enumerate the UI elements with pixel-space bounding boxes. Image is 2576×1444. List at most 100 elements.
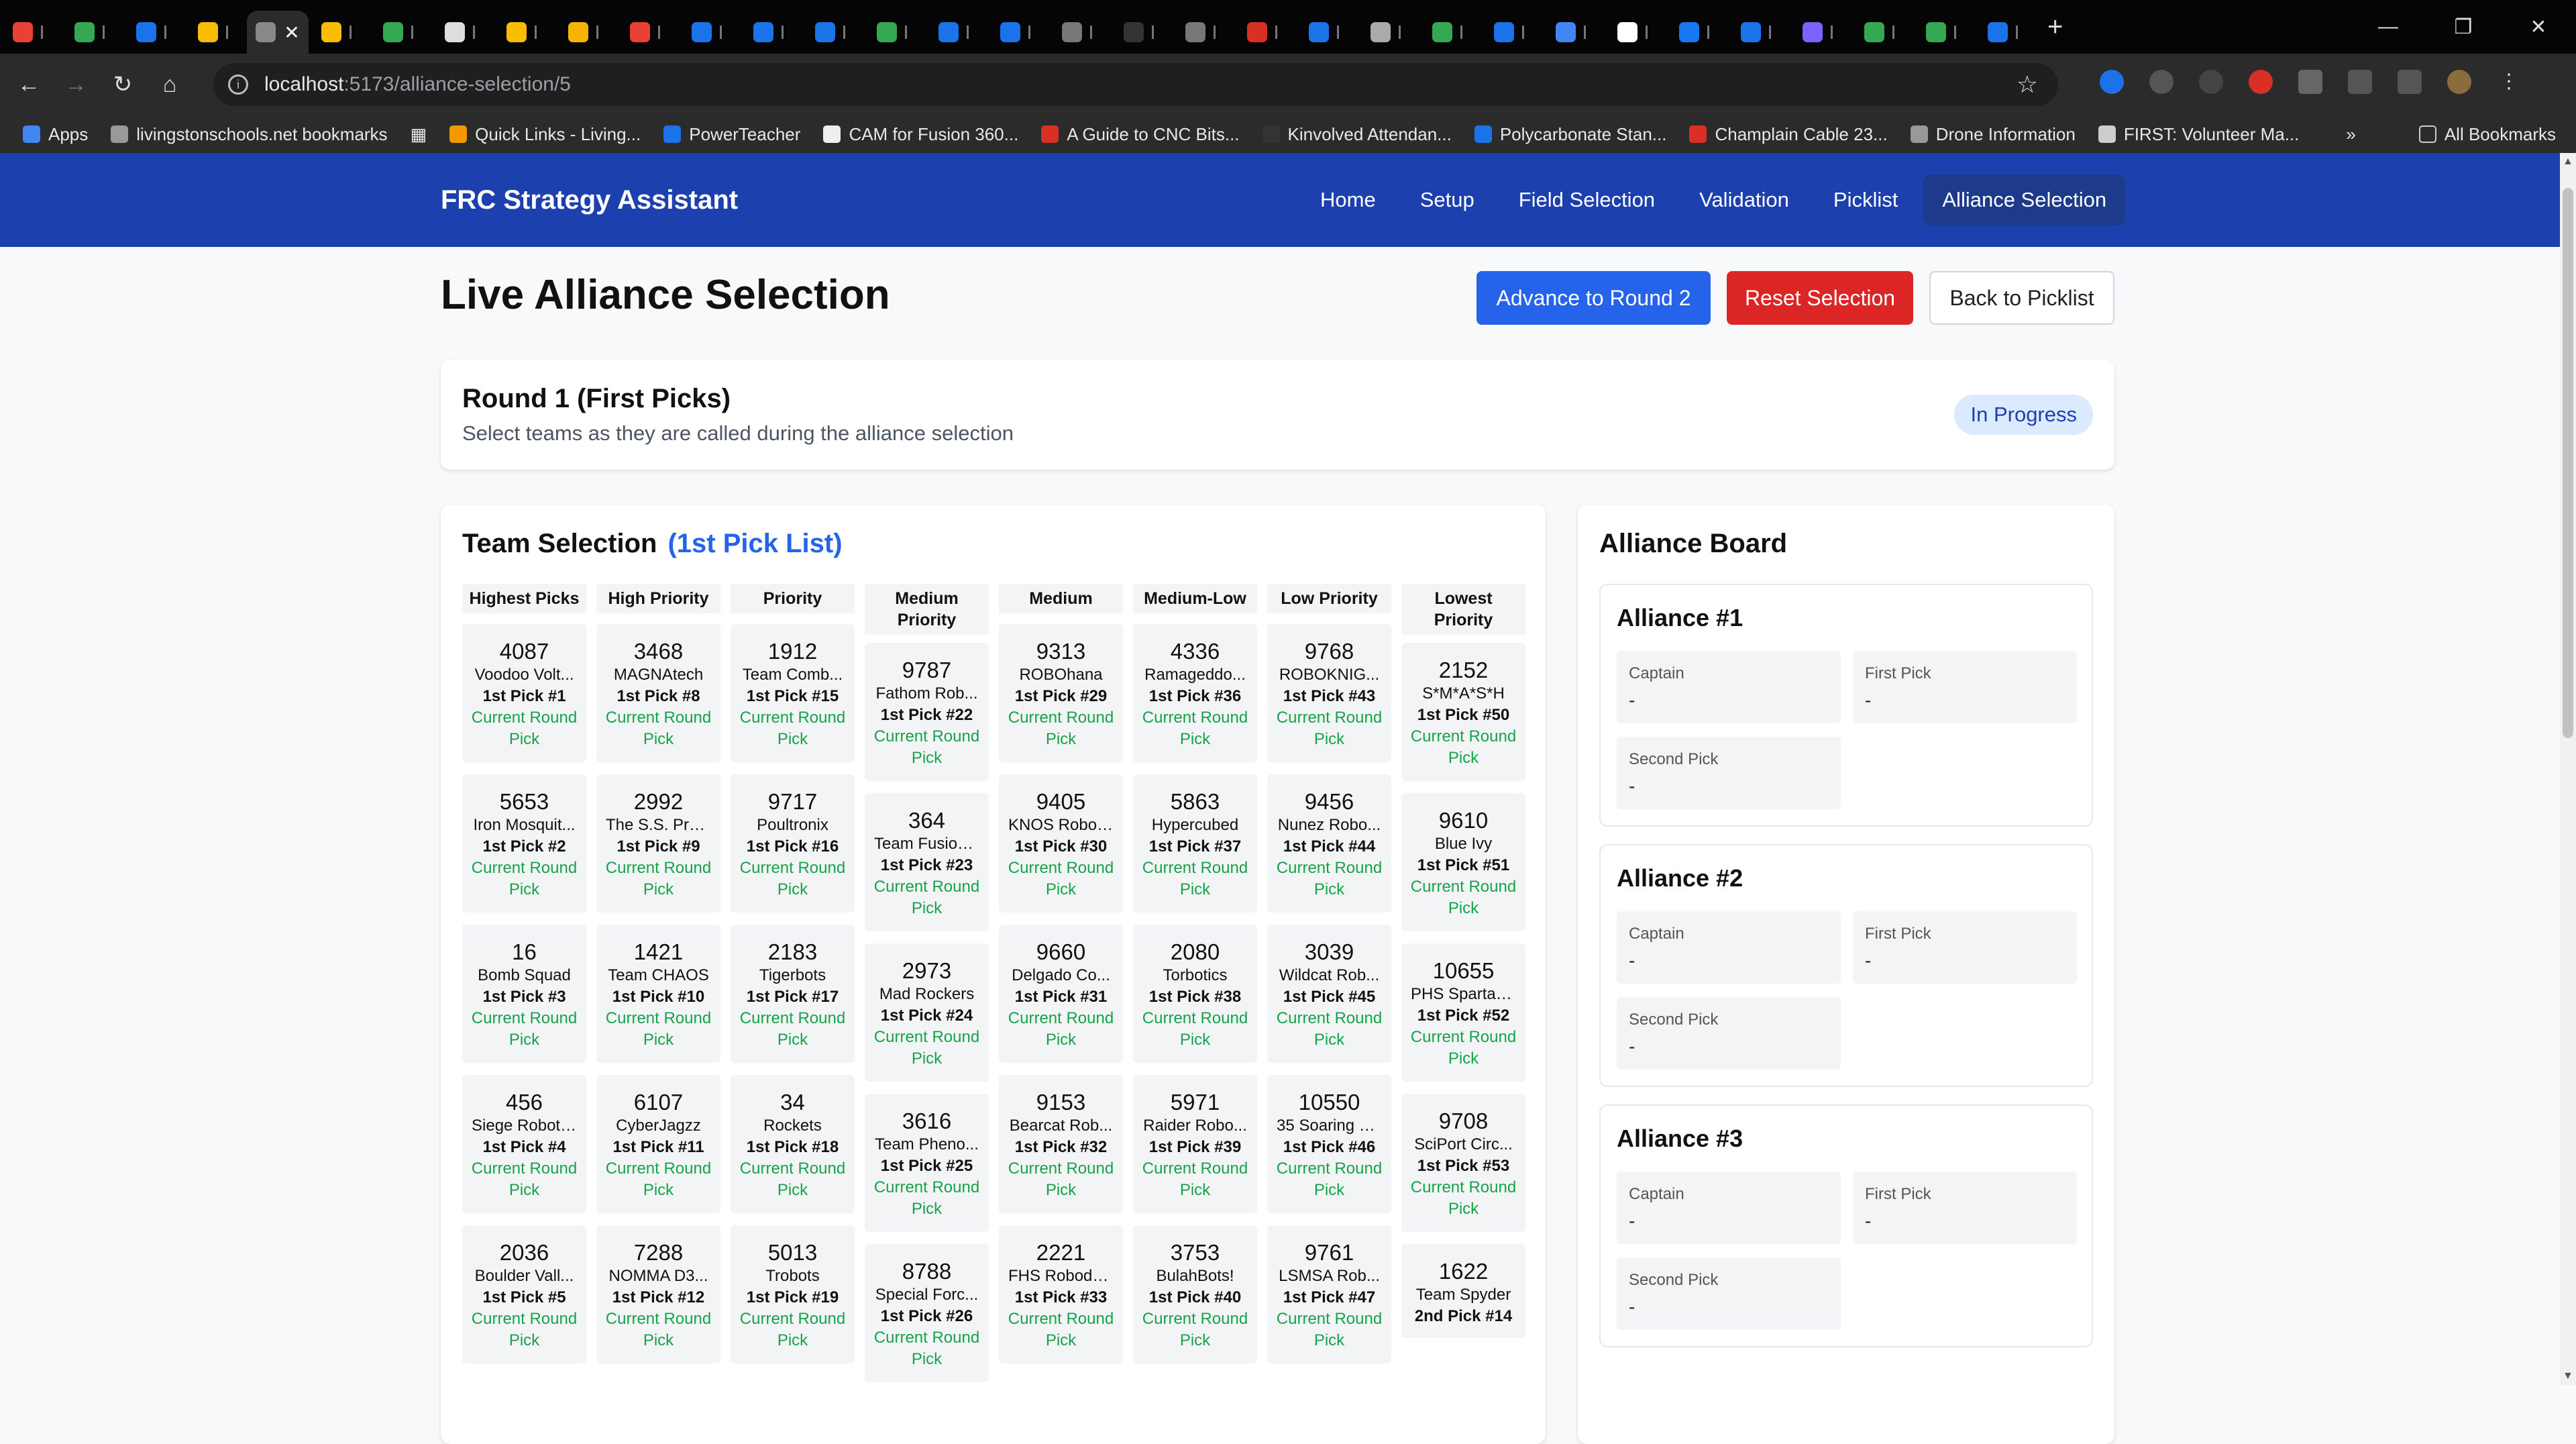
- second-pick-slot[interactable]: Second Pick -: [1617, 997, 1841, 1070]
- team-tile[interactable]: 3753 BulahBots! 1st Pick #40 Current Round …: [1133, 1225, 1257, 1363]
- second-pick-slot[interactable]: Second Pick -: [1617, 1257, 1841, 1330]
- all-bookmarks-folder[interactable]: All Bookmarks: [2418, 124, 2556, 145]
- browser-tab[interactable]: [1975, 11, 2037, 54]
- team-tile[interactable]: 2152 S*M*A*S*H 1st Pick #50 Current Round P…: [1401, 643, 1525, 781]
- browser-tab[interactable]: [0, 11, 62, 54]
- browser-tab[interactable]: [741, 11, 802, 54]
- browser-tab[interactable]: [864, 11, 926, 54]
- scrollbar-thumb[interactable]: [2563, 188, 2573, 738]
- team-tile[interactable]: 4336 Ramageddo... 1st Pick #36 Current Roun…: [1133, 624, 1257, 762]
- team-tile[interactable]: 7288 NOMMA D3... 1st Pick #12 Current Round…: [596, 1225, 720, 1363]
- close-tab-icon[interactable]: ✕: [284, 21, 299, 44]
- bookmark-item[interactable]: CAM for Fusion 360...: [823, 124, 1018, 145]
- browser-tab[interactable]: [1049, 11, 1111, 54]
- app-brand[interactable]: FRC Strategy Assistant: [441, 153, 738, 247]
- team-tile[interactable]: 3039 Wildcat Rob... 1st Pick #45 Current Ro…: [1267, 925, 1391, 1063]
- home-icon[interactable]: ⌂: [146, 72, 193, 98]
- advance-round-button[interactable]: Advance to Round 2: [1477, 271, 1711, 325]
- browser-tab[interactable]: [1111, 11, 1173, 54]
- bookmark-item[interactable]: A Guide to CNC Bits...: [1041, 124, 1240, 145]
- forward-arrow-icon[interactable]: →: [52, 72, 99, 98]
- team-tile[interactable]: 9660 Delgado Co... 1st Pick #31 Current Rou…: [999, 925, 1123, 1063]
- scroll-up-icon[interactable]: ▲: [2563, 156, 2573, 168]
- team-tile[interactable]: 364 Team Fusion... 1st Pick #23 Current Rou…: [865, 793, 989, 931]
- nav-field-selection[interactable]: Field Selection: [1500, 174, 1674, 225]
- bookmark-item[interactable]: Polycarbonate Stan...: [1474, 124, 1666, 145]
- team-tile[interactable]: 6107 CyberJagzz 1st Pick #11 Current Round …: [596, 1075, 720, 1213]
- first-pick-slot[interactable]: First Pick -: [1853, 1172, 2077, 1244]
- bookmark-item[interactable]: Quick Links - Living...: [449, 124, 641, 145]
- team-tile[interactable]: 1421 Team CHAOS 1st Pick #10 Current Round …: [596, 925, 720, 1063]
- first-pick-slot[interactable]: First Pick -: [1853, 911, 2077, 984]
- team-tile[interactable]: 9313 ROBOhana 1st Pick #29 Current Round Pi…: [999, 624, 1123, 762]
- extension-icon[interactable]: [2199, 70, 2223, 94]
- team-tile[interactable]: 10550 35 Soaring R... 1st Pick #46 Current …: [1267, 1075, 1391, 1213]
- team-tile[interactable]: 2221 FHS Roboda... 1st Pick #33 Current Rou…: [999, 1225, 1123, 1363]
- restore-icon[interactable]: ❐: [2426, 15, 2501, 39]
- browser-tab[interactable]: [802, 11, 864, 54]
- browser-tab[interactable]: [1543, 11, 1605, 54]
- browser-tab[interactable]: [926, 11, 987, 54]
- team-tile[interactable]: 2992 The S.S. Pro... 1st Pick #9 Current Ro…: [596, 774, 720, 913]
- nav-alliance-selection[interactable]: Alliance Selection: [1923, 174, 2126, 225]
- team-tile[interactable]: 9708 SciPort Circ... 1st Pick #53 Current R…: [1401, 1094, 1525, 1232]
- team-tile[interactable]: 9768 ROBOKNIG... 1st Pick #43 Current Round…: [1267, 624, 1391, 762]
- team-tile[interactable]: 9153 Bearcat Rob... 1st Pick #32 Current Ro…: [999, 1075, 1123, 1213]
- browser-tab[interactable]: [494, 11, 555, 54]
- browser-tab[interactable]: [309, 11, 370, 54]
- team-tile[interactable]: 9717 Poultronix 1st Pick #16 Current Round …: [731, 774, 855, 913]
- team-tile[interactable]: 5971 Raider Robo... 1st Pick #39 Current Ro…: [1133, 1075, 1257, 1213]
- adblock-icon[interactable]: [2249, 70, 2273, 94]
- second-pick-slot[interactable]: Second Pick -: [1617, 737, 1841, 809]
- team-tile[interactable]: 16 Bomb Squad 1st Pick #3 Current Round Pic…: [462, 925, 586, 1063]
- nav-picklist[interactable]: Picklist: [1815, 174, 1917, 225]
- team-tile[interactable]: 3616 Team Pheno... 1st Pick #25 Current Rou…: [865, 1094, 989, 1232]
- bookmark-item[interactable]: livingstonschools.net bookmarks: [111, 124, 388, 145]
- active-tab[interactable]: ✕: [247, 11, 309, 54]
- team-tile[interactable]: 8788 Special Forc... 1st Pick #26 Current R…: [865, 1244, 989, 1382]
- browser-tab[interactable]: [1173, 11, 1234, 54]
- browser-tab[interactable]: [555, 11, 617, 54]
- browser-tab[interactable]: [1790, 11, 1851, 54]
- reload-icon[interactable]: ↻: [99, 71, 146, 98]
- team-tile[interactable]: 2036 Boulder Vall... 1st Pick #5 Current Ro…: [462, 1225, 586, 1363]
- team-tile[interactable]: 5863 Hypercubed 1st Pick #37 Current Round …: [1133, 774, 1257, 913]
- browser-tab[interactable]: [1728, 11, 1790, 54]
- browser-tab[interactable]: [370, 11, 432, 54]
- browser-tab[interactable]: [1666, 11, 1728, 54]
- first-pick-slot[interactable]: First Pick -: [1853, 651, 2077, 723]
- nav-setup[interactable]: Setup: [1401, 174, 1493, 225]
- browser-tab[interactable]: [1296, 11, 1358, 54]
- team-tile[interactable]: 9761 LSMSA Rob... 1st Pick #47 Current Roun…: [1267, 1225, 1391, 1363]
- bookmark-item[interactable]: FIRST: Volunteer Ma...: [2098, 124, 2299, 145]
- browser-tab[interactable]: [1419, 11, 1481, 54]
- more-bookmarks-icon[interactable]: »: [2346, 124, 2355, 145]
- browser-tab[interactable]: [1481, 11, 1543, 54]
- close-window-icon[interactable]: ✕: [2501, 15, 2576, 39]
- browser-tab[interactable]: [679, 11, 741, 54]
- minimize-icon[interactable]: —: [2351, 15, 2426, 38]
- team-tile[interactable]: 4087 Voodoo Volt... 1st Pick #1 Current Rou…: [462, 624, 586, 762]
- new-tab-button[interactable]: +: [2047, 12, 2063, 42]
- browser-tab[interactable]: [1234, 11, 1296, 54]
- bookmark-item[interactable]: Drone Information: [1910, 124, 2076, 145]
- bookmark-item[interactable]: Kinvolved Attendan...: [1262, 124, 1452, 145]
- bookmark-item[interactable]: PowerTeacher: [663, 124, 800, 145]
- team-tile[interactable]: 1912 Team Comb... 1st Pick #15 Current Roun…: [731, 624, 855, 762]
- page-scrollbar[interactable]: ▲ ▼: [2560, 153, 2576, 1385]
- team-tile[interactable]: 9610 Blue Ivy 1st Pick #51 Current Round Pi…: [1401, 793, 1525, 931]
- browser-tab[interactable]: [62, 11, 123, 54]
- browser-tab[interactable]: [1358, 11, 1419, 54]
- profile-avatar-icon[interactable]: [2447, 70, 2471, 94]
- team-tile[interactable]: 3468 MAGNAtech 1st Pick #8 Current Round Pi…: [596, 624, 720, 762]
- nav-validation[interactable]: Validation: [1680, 174, 1808, 225]
- browser-tab[interactable]: [987, 11, 1049, 54]
- team-tile[interactable]: 2080 Torbotics 1st Pick #38 Current Round P…: [1133, 925, 1257, 1063]
- browser-tab[interactable]: [1913, 11, 1975, 54]
- team-tile[interactable]: 9405 KNOS Robot... 1st Pick #30 Current Rou…: [999, 774, 1123, 913]
- team-tile[interactable]: 5013 Trobots 1st Pick #19 Current Round Pic…: [731, 1225, 855, 1363]
- nav-home[interactable]: Home: [1301, 174, 1395, 225]
- team-tile[interactable]: 5653 Iron Mosquit... 1st Pick #2 Current Ro…: [462, 774, 586, 913]
- captain-slot[interactable]: Captain -: [1617, 911, 1841, 984]
- team-tile[interactable]: 2973 Mad Rockers 1st Pick #24 Current Round…: [865, 943, 989, 1082]
